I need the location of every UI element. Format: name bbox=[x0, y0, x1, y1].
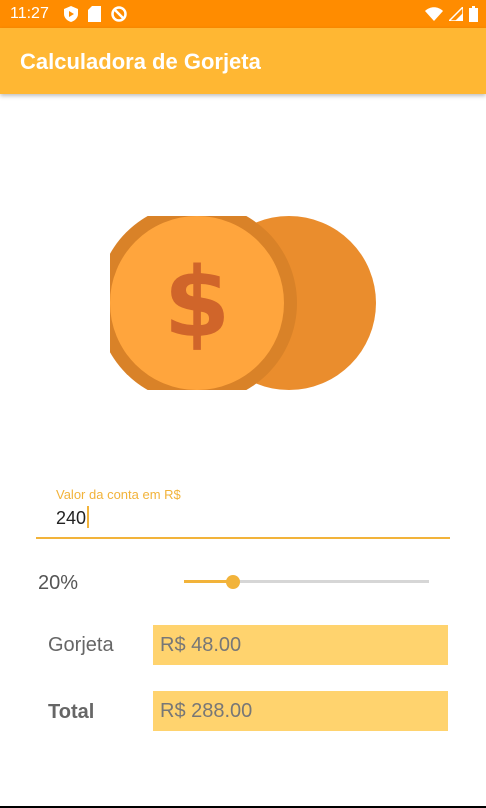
bill-input-value: 240 bbox=[56, 508, 87, 528]
text-cursor bbox=[87, 506, 90, 528]
tip-slider-thumb[interactable] bbox=[226, 575, 240, 589]
total-value-box: R$ 288.00 bbox=[153, 691, 448, 731]
coins-icon: $ bbox=[110, 216, 376, 390]
do-not-disturb-icon bbox=[111, 6, 127, 27]
signal-icon bbox=[447, 5, 464, 26]
tip-value: R$ 48.00 bbox=[160, 634, 242, 656]
shield-icon bbox=[64, 6, 78, 27]
tip-percent-label: 20% bbox=[38, 572, 79, 594]
tip-label: Gorjeta bbox=[48, 634, 114, 656]
status-bar: 11:27 bbox=[0, 0, 486, 28]
bill-input[interactable]: 240 bbox=[56, 506, 90, 529]
sd-card-icon bbox=[88, 6, 101, 27]
bill-field-label: Valor da conta em R$ bbox=[56, 487, 181, 502]
battery-icon bbox=[469, 6, 478, 27]
app-bar: Calculadora de Gorjeta bbox=[0, 28, 486, 94]
tip-value-box: R$ 48.00 bbox=[153, 625, 448, 665]
svg-text:$: $ bbox=[164, 247, 231, 359]
bill-field-underline bbox=[36, 537, 450, 539]
wifi-icon bbox=[425, 7, 443, 26]
status-time: 11:27 bbox=[10, 5, 49, 22]
app-title: Calculadora de Gorjeta bbox=[20, 49, 261, 74]
total-label: Total bbox=[48, 701, 95, 723]
total-value: R$ 288.00 bbox=[160, 700, 253, 722]
